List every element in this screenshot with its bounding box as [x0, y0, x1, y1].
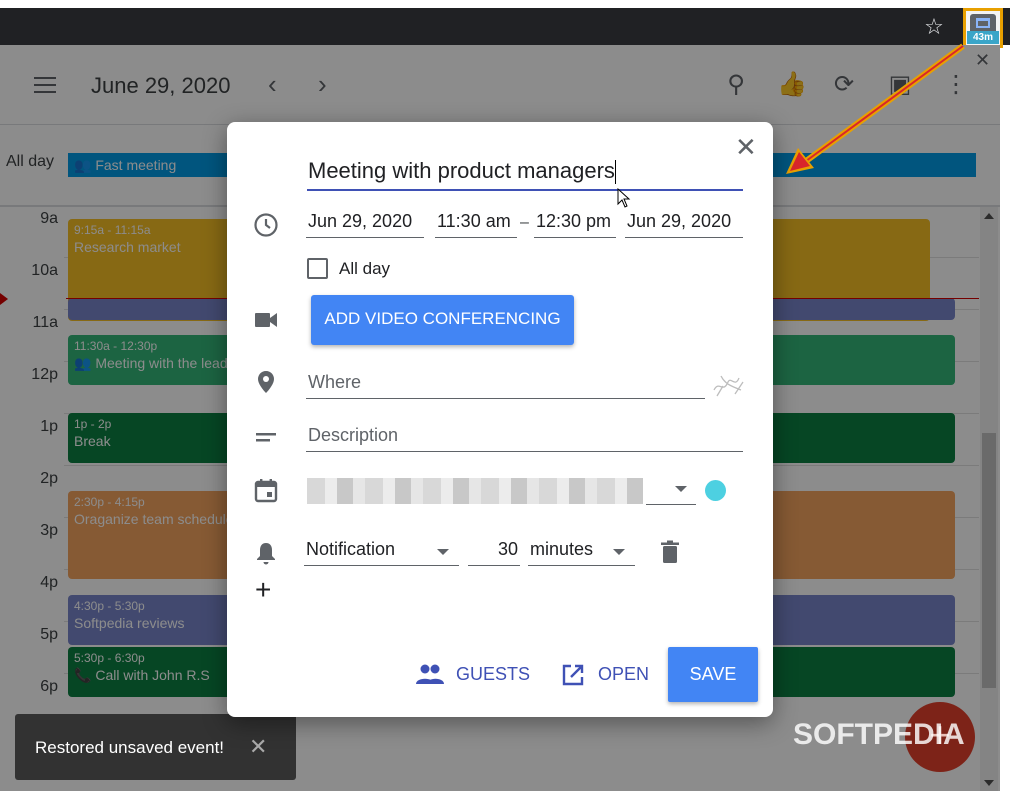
browser-top-strip	[0, 0, 1010, 8]
open-external-icon	[562, 664, 584, 686]
start-date-field[interactable]: Jun 29, 2020	[306, 208, 424, 238]
time-separator: –	[520, 214, 529, 231]
notification-type-dropdown-icon[interactable]	[437, 549, 449, 555]
allday-checkbox-label: All day	[339, 259, 391, 278]
clock-icon	[254, 213, 278, 237]
end-date-field[interactable]: Jun 29, 2020	[625, 208, 743, 238]
start-time-field[interactable]: 11:30 am	[435, 208, 517, 238]
notification-type-select[interactable]: Notification	[304, 536, 459, 566]
description-input[interactable]: Description	[306, 422, 743, 452]
event-title-input[interactable]: Meeting with product managers	[307, 157, 743, 191]
calendar-dropdown-icon[interactable]	[675, 486, 687, 492]
notification-type-value: Notification	[306, 539, 396, 559]
guests-label: GUESTS	[456, 664, 531, 684]
snackbar-close-button[interactable]: ✕	[249, 734, 267, 760]
delete-notification-trash-icon[interactable]	[660, 540, 680, 564]
calendar-icon	[254, 479, 278, 503]
annotation-arrow-icon	[786, 43, 965, 174]
video-camera-icon	[255, 313, 277, 327]
notification-amount-input[interactable]: 30	[468, 536, 520, 566]
open-label: OPEN	[598, 664, 650, 684]
notification-unit-value: minutes	[530, 539, 594, 559]
calendar-icon	[976, 18, 990, 28]
bookmark-star-icon[interactable]: ☆	[922, 16, 946, 40]
where-input[interactable]: Where	[306, 369, 705, 399]
location-pin-icon	[258, 371, 274, 393]
end-time-field[interactable]: 12:30 pm	[534, 208, 616, 238]
extension-badge: 43m	[967, 31, 999, 44]
add-notification-plus-icon[interactable]: +	[255, 576, 271, 604]
calendar-color-dot[interactable]	[705, 480, 726, 501]
snackbar: Restored unsaved event! ✕	[15, 714, 296, 780]
allday-checkbox[interactable]	[307, 258, 328, 279]
notification-unit-dropdown-icon[interactable]	[613, 549, 625, 555]
save-button[interactable]: SAVE	[668, 647, 758, 702]
softpedia-watermark: SOFTPEDIA	[793, 718, 965, 751]
calendar-select-underline	[646, 504, 696, 505]
map-sketch-icon	[713, 375, 744, 397]
calendar-select-blurred[interactable]	[307, 478, 643, 504]
description-icon	[256, 433, 276, 442]
event-dialog: ✕ Meeting with product managers Jun 29, …	[227, 122, 773, 717]
text-caret	[614, 160, 616, 185]
bell-icon	[257, 543, 275, 565]
snackbar-message: Restored unsaved event!	[35, 738, 225, 757]
event-title-value: Meeting with product managers	[308, 158, 615, 183]
add-video-conferencing-button[interactable]: ADD VIDEO CONFERENCING	[311, 295, 574, 345]
people-icon	[416, 664, 444, 684]
mouse-cursor-icon	[617, 188, 631, 208]
